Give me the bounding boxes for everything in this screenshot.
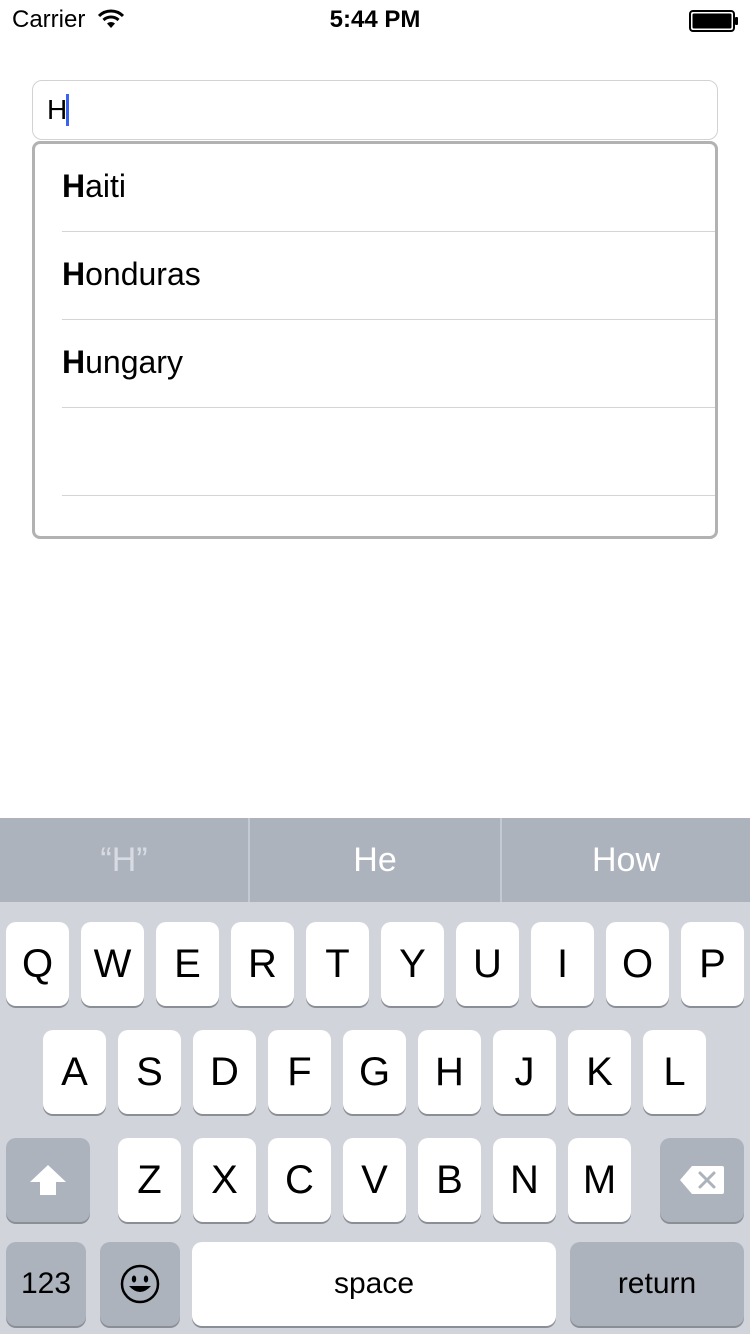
keyboard: “H” He How 123 space return Q W E R T Y …: [0, 818, 750, 1334]
suggestion-label: Honduras: [62, 254, 201, 294]
key-c[interactable]: C: [268, 1138, 331, 1222]
key-d[interactable]: D: [193, 1030, 256, 1114]
key-x[interactable]: X: [193, 1138, 256, 1222]
emoji-key[interactable]: [100, 1242, 180, 1326]
key-j[interactable]: J: [493, 1030, 556, 1114]
key-o[interactable]: O: [606, 922, 669, 1006]
key-w[interactable]: W: [81, 922, 144, 1006]
key-f[interactable]: F: [268, 1030, 331, 1114]
shift-icon: [30, 1165, 66, 1195]
battery-full-icon: [689, 10, 738, 32]
suggestion-row[interactable]: Honduras: [35, 232, 715, 320]
text-caret: [66, 94, 69, 126]
prediction-1[interactable]: “H”: [0, 818, 248, 902]
delete-icon: [680, 1166, 724, 1194]
key-m[interactable]: M: [568, 1138, 631, 1222]
suggestion-row[interactable]: [35, 408, 715, 496]
key-p[interactable]: P: [681, 922, 744, 1006]
key-u[interactable]: U: [456, 922, 519, 1006]
suggestion-label: Hungary: [62, 342, 183, 382]
search-input-text[interactable]: H: [47, 93, 67, 127]
status-bar: Carrier 5:44 PM: [0, 0, 750, 40]
key-g[interactable]: G: [343, 1030, 406, 1114]
key-k[interactable]: K: [568, 1030, 631, 1114]
key-r[interactable]: R: [231, 922, 294, 1006]
key-s[interactable]: S: [118, 1030, 181, 1114]
space-key[interactable]: space: [192, 1242, 556, 1326]
suggestion-row[interactable]: [35, 496, 715, 536]
prediction-2[interactable]: He: [250, 818, 500, 902]
suggestion-rest: aiti: [85, 168, 127, 204]
emoji-icon: [120, 1264, 160, 1304]
shift-key[interactable]: [6, 1138, 90, 1222]
key-l[interactable]: L: [643, 1030, 706, 1114]
clock: 5:44 PM: [329, 6, 421, 33]
key-e[interactable]: E: [156, 922, 219, 1006]
key-t[interactable]: T: [306, 922, 369, 1006]
prediction-3[interactable]: How: [502, 818, 750, 902]
delete-key[interactable]: [660, 1138, 744, 1222]
predictive-bar: “H” He How: [0, 818, 750, 902]
suggestion-rest: onduras: [85, 256, 201, 292]
key-v[interactable]: V: [343, 1138, 406, 1222]
suggestion-match: H: [62, 168, 86, 204]
screen: Carrier 5:44 PM H Haiti Honduras Hungary “…: [0, 0, 750, 1334]
suggestion-match: H: [62, 256, 86, 292]
numbers-key[interactable]: 123: [6, 1242, 86, 1326]
key-a[interactable]: A: [43, 1030, 106, 1114]
suggestion-match: H: [62, 344, 86, 380]
suggestion-rest: ungary: [85, 344, 183, 380]
suggestion-row[interactable]: Hungary: [35, 320, 715, 408]
key-h[interactable]: H: [418, 1030, 481, 1114]
key-q[interactable]: Q: [6, 922, 69, 1006]
key-y[interactable]: Y: [381, 922, 444, 1006]
key-z[interactable]: Z: [118, 1138, 181, 1222]
key-b[interactable]: B: [418, 1138, 481, 1222]
key-n[interactable]: N: [493, 1138, 556, 1222]
autocomplete-suggestions: Haiti Honduras Hungary: [32, 141, 718, 539]
suggestion-label: Haiti: [62, 166, 126, 206]
key-i[interactable]: I: [531, 922, 594, 1006]
return-key[interactable]: return: [570, 1242, 744, 1326]
suggestion-row[interactable]: Haiti: [35, 144, 715, 232]
country-search-field[interactable]: H: [32, 80, 718, 140]
